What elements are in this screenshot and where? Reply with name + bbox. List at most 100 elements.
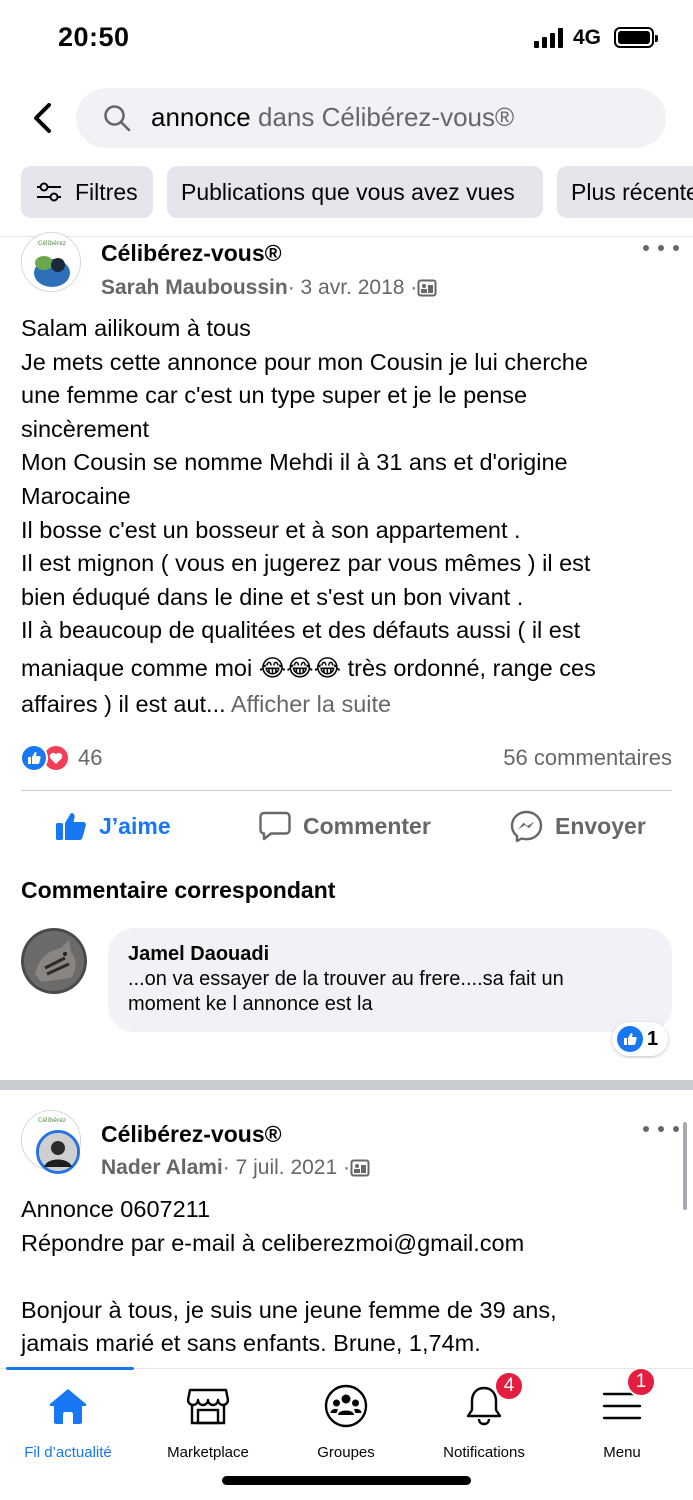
notifications-badge: 4 xyxy=(494,1371,524,1401)
comment-line: moment ke l annonce est la xyxy=(128,993,373,1015)
post-2-text: Annonce 0607211 Répondre par e-mail à ce… xyxy=(21,1193,671,1361)
filter-chips: Filtres Publications que vous avez vues … xyxy=(0,166,693,220)
filters-chip[interactable]: Filtres xyxy=(21,166,153,218)
tab-groups[interactable]: Groupes xyxy=(276,1381,416,1461)
post-line: bien éduqué dans le dine et s'est un bon… xyxy=(21,583,524,610)
group-avatar[interactable]: Célibérez xyxy=(21,232,81,292)
most-recent-chip[interactable]: Plus récente xyxy=(557,166,693,218)
active-tab-indicator xyxy=(6,1367,134,1370)
home-indicator[interactable] xyxy=(222,1476,471,1485)
post-meta: Sarah Mauboussin · 3 avr. 2018 · xyxy=(101,276,437,300)
post-line: Marocaine xyxy=(21,482,131,509)
reaction-count: 46 xyxy=(78,745,103,770)
cellular-signal-icon xyxy=(534,28,566,48)
post-line: Annonce 0607211 xyxy=(21,1196,211,1222)
post-line: Répondre par e-mail à celiberezmoi@gmail… xyxy=(21,1229,525,1256)
more-options-icon[interactable] xyxy=(643,1119,679,1139)
post-meta: Nader Alami · 7 juil. 2021 · xyxy=(101,1156,370,1180)
send-button[interactable]: Envoyer xyxy=(510,806,646,846)
status-time: 20:50 xyxy=(58,22,130,52)
post-line: Il à beaucoup de qualitées et des défaut… xyxy=(21,617,581,644)
post-line xyxy=(21,1260,671,1294)
post-line: Mon Cousin se nomme Mehdi il à 31 ans et… xyxy=(21,449,568,476)
post-line: une femme car c'est un type super et je … xyxy=(21,382,528,409)
tab-marketplace[interactable]: Marketplace xyxy=(138,1381,278,1461)
most-recent-label: Plus récente xyxy=(571,178,693,205)
author-avatar[interactable] xyxy=(36,1130,80,1174)
messenger-icon xyxy=(510,810,543,842)
thumbs-up-icon xyxy=(56,813,86,840)
like-button[interactable]: J’aime xyxy=(55,806,171,846)
search-query: annonce xyxy=(151,102,251,132)
like-reaction-icon xyxy=(617,1026,643,1052)
tab-menu[interactable]: 1 Menu xyxy=(552,1367,692,1461)
like-label: J’aime xyxy=(99,812,171,839)
status-bar: 20:50 4G xyxy=(0,0,693,78)
like-reaction-icon xyxy=(20,744,48,772)
battery-icon xyxy=(614,27,658,48)
comment-bubble[interactable]: Jamel Daouadi ...on va essayer de la tro… xyxy=(108,928,672,1032)
post-line: affaires ) il est aut... xyxy=(21,690,231,717)
more-options-icon[interactable] xyxy=(643,238,679,258)
tab-notifications[interactable]: 4 Notifications xyxy=(414,1371,554,1461)
comment-author[interactable]: Jamel Daouadi xyxy=(128,941,652,967)
comments-count-link[interactable]: 56 commentaires xyxy=(503,745,672,771)
person-photo-icon xyxy=(39,1133,77,1171)
comment-reaction-number: 1 xyxy=(647,1027,659,1050)
post-date[interactable]: · 3 avr. 2018 · xyxy=(288,276,418,300)
group-privacy-icon xyxy=(350,1159,370,1177)
marketplace-label: Marketplace xyxy=(167,1444,249,1461)
seen-posts-chip[interactable]: Publications que vous avez vues xyxy=(167,166,543,218)
post-date[interactable]: · 7 juil. 2021 · xyxy=(223,1156,350,1180)
comment-bubble-icon xyxy=(259,811,291,841)
menu-label: Menu xyxy=(603,1444,641,1461)
search-icon xyxy=(104,105,131,132)
menu-badge: 1 xyxy=(626,1367,656,1397)
post-line: Il bosse c'est un bosseur et à son appar… xyxy=(21,516,521,543)
search-query-text: annonce dans Célibérez-vous® xyxy=(151,102,514,133)
see-more-link[interactable]: Afficher la suite xyxy=(231,691,391,717)
post-author[interactable]: Nader Alami xyxy=(101,1156,223,1180)
network-type: 4G xyxy=(573,26,602,49)
group-name[interactable]: Célibérez-vous® xyxy=(101,240,282,267)
send-label: Envoyer xyxy=(555,812,646,839)
post-line: jamais marié et sans enfants. Brune, 1,7… xyxy=(21,1330,481,1357)
group-privacy-icon xyxy=(417,279,437,297)
post-line: Salam ailikoum à tous xyxy=(21,315,251,341)
reaction-summary[interactable]: 46 xyxy=(20,742,102,774)
post-separator xyxy=(0,1080,693,1090)
post-1-text: Salam ailikoum à tous Je mets cette anno… xyxy=(21,312,671,722)
post-author[interactable]: Sarah Mauboussin xyxy=(101,276,288,300)
post-line-last: affaires ) il est aut... Afficher la sui… xyxy=(21,688,671,722)
post-line: Bonjour à tous, je suis une jeune femme … xyxy=(21,1296,557,1323)
post-line: sincèrement xyxy=(21,415,149,442)
scrollbar[interactable] xyxy=(683,1122,687,1210)
group-logo-icon: Célibérez xyxy=(22,233,80,291)
back-arrow-icon xyxy=(34,103,51,133)
groups-icon xyxy=(324,1384,368,1427)
search-input[interactable]: annonce dans Célibérez-vous® xyxy=(76,88,666,148)
reactions-divider xyxy=(21,790,672,791)
group-name[interactable]: Célibérez-vous® xyxy=(101,1121,282,1148)
notifications-label: Notifications xyxy=(443,1444,525,1461)
svg-text:Célibérez: Célibérez xyxy=(38,1117,66,1124)
comment-button[interactable]: Commenter xyxy=(259,806,431,846)
comment-line: ...on va essayer de la trouver au frere.… xyxy=(128,968,564,990)
post-line: Il est mignon ( vous en jugerez par vous… xyxy=(21,550,591,577)
matching-comment-title: Commentaire correspondant xyxy=(21,877,336,903)
home-icon xyxy=(49,1388,87,1424)
sliders-icon xyxy=(37,182,61,202)
post-line: Je mets cette annonce pour mon Cousin je… xyxy=(21,348,588,375)
seen-posts-label: Publications que vous avez vues xyxy=(181,178,515,205)
groups-label: Groupes xyxy=(317,1444,375,1461)
cat-photo-icon xyxy=(21,928,87,994)
back-button[interactable] xyxy=(22,96,62,140)
svg-text:Célibérez: Célibérez xyxy=(38,240,66,247)
feed-label: Fil d’actualité xyxy=(24,1444,112,1461)
comment-reaction-count[interactable]: 1 xyxy=(612,1022,669,1056)
tab-feed[interactable]: Fil d’actualité xyxy=(0,1381,138,1461)
commenter-avatar[interactable] xyxy=(21,928,87,994)
header-divider xyxy=(0,236,693,237)
search-scope: dans Célibérez-vous® xyxy=(250,102,515,132)
post-line: maniaque comme moi 😂😂😂 très ordonné, ran… xyxy=(21,654,596,681)
